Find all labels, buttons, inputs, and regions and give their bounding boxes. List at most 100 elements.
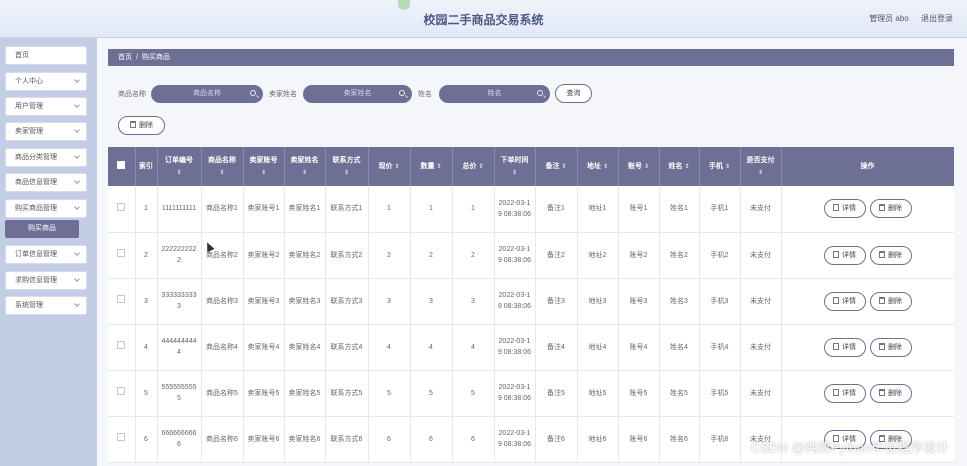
cell-account: 账号5 bbox=[618, 370, 660, 417]
logout-link[interactable]: 退出登录 bbox=[921, 14, 953, 23]
col-header-order-no[interactable]: 订单编号 ⇕ bbox=[157, 147, 202, 186]
col-header-label: 是否支付 bbox=[746, 156, 775, 164]
col-header-address[interactable]: 地址 ⇕ bbox=[577, 147, 619, 186]
sidebar-item-wanted[interactable]: 求购信息管理 bbox=[5, 271, 87, 290]
row-checkbox[interactable] bbox=[117, 202, 126, 211]
cell-address: 地址4 bbox=[577, 324, 619, 371]
cell-quantity: 1 bbox=[410, 186, 453, 233]
detail-button[interactable]: 详情 bbox=[823, 383, 866, 403]
cell-order-no: 2222222222 bbox=[157, 232, 202, 279]
cell-order-no: 4444444444 bbox=[157, 324, 202, 371]
cell-phone: 手机4 bbox=[699, 324, 741, 371]
table-row: 5 5555555555 商品名称5 卖家账号5 卖家姓名5 联系方式5 5 5 5 2022-0… bbox=[108, 370, 954, 417]
cell-address: 地址1 bbox=[577, 186, 619, 233]
col-header-remark[interactable]: 备注 ⇕ bbox=[535, 147, 578, 186]
row-checkbox[interactable] bbox=[117, 249, 126, 257]
cell-paid: 未支付 bbox=[740, 370, 782, 417]
col-header-label: 账号 bbox=[627, 162, 642, 170]
col-header-order-time[interactable]: 下单时间 ⇕ bbox=[494, 147, 536, 186]
sidebar-item-system[interactable]: 系统管理 bbox=[5, 296, 87, 315]
delete-label: 删除 bbox=[888, 251, 902, 259]
sort-icon: ⇕ bbox=[301, 169, 308, 176]
row-checkbox[interactable] bbox=[117, 295, 126, 303]
sidebar-item-users[interactable]: 用户管理 bbox=[5, 97, 87, 116]
row-checkbox[interactable] bbox=[117, 433, 126, 441]
query-button[interactable]: 查询 bbox=[555, 84, 592, 103]
search-input-name[interactable]: 姓名 bbox=[439, 85, 550, 103]
col-header-label: 索引 bbox=[139, 163, 153, 170]
col-header-account[interactable]: 账号 ⇕ bbox=[618, 147, 660, 186]
trash-icon bbox=[879, 250, 885, 258]
col-header-paid[interactable]: 是否支付 ⇕ bbox=[740, 147, 782, 186]
col-header-seller-account[interactable]: 卖家账号 ⇕ bbox=[243, 147, 285, 186]
cell-total: 2 bbox=[452, 232, 495, 279]
batch-delete-label: 删除 bbox=[139, 122, 153, 129]
batch-delete-button[interactable]: 删除 bbox=[118, 116, 165, 135]
cell-quantity: 4 bbox=[410, 324, 453, 371]
cell-total: 5 bbox=[452, 370, 495, 417]
sidebar-item-label: 求购信息管理 bbox=[15, 277, 57, 284]
delete-button[interactable]: 删除 bbox=[869, 245, 912, 265]
breadcrumb: 首页 / 购买商品 bbox=[108, 49, 954, 66]
col-header-label: 卖家姓名 bbox=[290, 156, 319, 164]
row-select-cell bbox=[108, 324, 136, 371]
search-placeholder: 姓名 bbox=[487, 90, 502, 97]
col-header-phone[interactable]: 手机 ⇕ bbox=[699, 147, 741, 186]
delete-button[interactable]: 删除 bbox=[869, 337, 912, 357]
delete-button[interactable]: 删除 bbox=[869, 291, 912, 311]
search-input-product-name[interactable]: 商品名称 bbox=[151, 85, 263, 103]
row-checkbox[interactable] bbox=[117, 387, 126, 395]
cell-index: 3 bbox=[135, 278, 158, 325]
row-select-cell bbox=[108, 186, 136, 233]
sidebar-item-label: 商品分类管理 bbox=[15, 154, 57, 161]
cell-quantity: 3 bbox=[410, 278, 453, 325]
col-header-label: 操作 bbox=[860, 163, 875, 170]
cell-contact: 联系方式1 bbox=[325, 186, 369, 233]
col-header-price[interactable]: 现价 ⇕ bbox=[368, 147, 411, 186]
col-header-contact[interactable]: 联系方式 ⇕ bbox=[325, 147, 369, 186]
cell-index: 6 bbox=[135, 416, 158, 463]
sort-icon: ⇕ bbox=[260, 169, 267, 176]
delete-button[interactable]: 删除 bbox=[869, 199, 912, 219]
sidebar-item-home[interactable]: 首页 bbox=[5, 46, 87, 65]
detail-button[interactable]: 详情 bbox=[823, 291, 866, 311]
search-input-seller-name[interactable]: 卖家姓名 bbox=[303, 85, 412, 103]
detail-button[interactable]: 详情 bbox=[823, 245, 866, 265]
select-all-checkbox[interactable] bbox=[117, 160, 126, 169]
col-header-name[interactable]: 姓名 ⇕ bbox=[659, 147, 700, 186]
col-header-quantity[interactable]: 数量 ⇕ bbox=[410, 147, 453, 186]
sort-icon: ⇕ bbox=[684, 163, 690, 170]
sidebar-item-label: 首页 bbox=[15, 52, 29, 59]
sort-icon: ⇕ bbox=[561, 163, 567, 170]
sidebar-item-profile[interactable]: 个人中心 bbox=[5, 72, 87, 91]
orders-table: 索引 订单编号 ⇕ 商品名称 ⇕ 卖家账号 ⇕ 卖家姓名 ⇕ 联系方式 ⇕ 现价 ⇕ 数量 ⇕… bbox=[108, 147, 954, 466]
cell-paid: 未支付 bbox=[740, 186, 782, 233]
delete-button[interactable]: 删除 bbox=[869, 383, 912, 403]
col-header-total[interactable]: 总价 ⇕ bbox=[452, 147, 495, 186]
cell-seller-name: 卖家姓名6 bbox=[284, 416, 326, 463]
col-header-seller-name[interactable]: 卖家姓名 ⇕ bbox=[284, 147, 326, 186]
sidebar-item-categories[interactable]: 商品分类管理 bbox=[5, 148, 87, 167]
sidebar-item-products[interactable]: 商品信息管理 bbox=[5, 173, 87, 192]
sidebar-subitem-buy-products[interactable]: 购买商品 bbox=[5, 220, 79, 238]
cell-remark: 备注2 bbox=[535, 232, 578, 279]
sidebar-item-purchases[interactable]: 购买商品管理 bbox=[5, 199, 87, 218]
sidebar-item-label: 卖家管理 bbox=[15, 128, 43, 135]
detail-button[interactable]: 详情 bbox=[823, 199, 866, 219]
sort-icon: ⇕ bbox=[757, 169, 764, 176]
header-user-area: 管理员 abo 退出登录 bbox=[859, 13, 953, 24]
col-header-label: 商品名称 bbox=[208, 156, 236, 164]
breadcrumb-home[interactable]: 首页 bbox=[118, 54, 132, 61]
col-header-index[interactable]: 索引 bbox=[135, 147, 158, 186]
cell-contact: 联系方式3 bbox=[325, 278, 369, 325]
row-checkbox[interactable] bbox=[117, 341, 126, 349]
chevron-down-icon bbox=[74, 276, 80, 282]
sidebar-item-label: 商品信息管理 bbox=[15, 179, 57, 186]
row-select-cell bbox=[108, 416, 136, 463]
cell-index: 2 bbox=[135, 232, 158, 279]
col-header-product-name[interactable]: 商品名称 ⇕ bbox=[201, 147, 244, 186]
detail-button[interactable]: 详情 bbox=[823, 337, 866, 357]
sidebar-item-orders[interactable]: 订单信息管理 bbox=[5, 245, 87, 264]
sidebar-item-sellers[interactable]: 卖家管理 bbox=[5, 122, 87, 141]
cell-address: 地址3 bbox=[577, 278, 619, 325]
